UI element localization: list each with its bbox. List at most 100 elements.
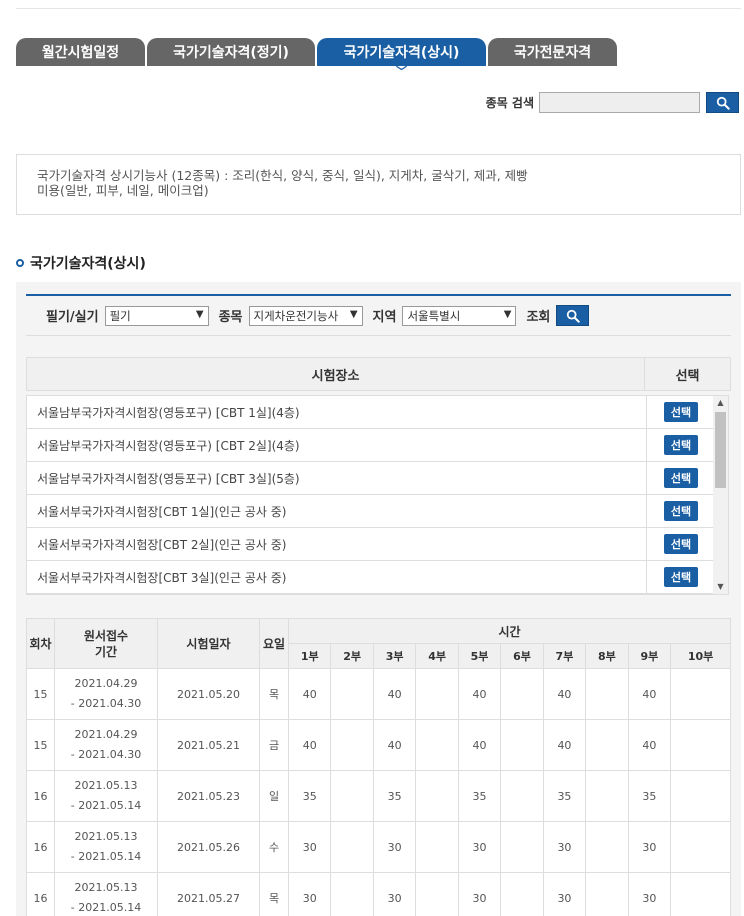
- slot-cell: [670, 668, 731, 720]
- period-cell: 2021.05.13 - 2021.05.14: [54, 872, 158, 916]
- slot-cell: 30: [542, 872, 587, 916]
- date-cell: 2021.05.27: [157, 872, 260, 916]
- slot-header: 6부: [500, 643, 544, 669]
- site-name: 서울남부국가자격시험장(영등포구) [CBT 1실](4층): [27, 396, 647, 428]
- item-select[interactable]: 지게차운전기능사 ▼: [248, 305, 363, 326]
- slot-cell: [500, 770, 544, 822]
- filter-bar: 필기/실기 필기 ▼ 종목 지게차운전기능사 ▼ 지역 서울특별시 ▼ 조회: [26, 294, 731, 336]
- slot-cell: 35: [542, 770, 587, 822]
- query-button[interactable]: [556, 305, 590, 326]
- slot-header: 8부: [585, 643, 629, 669]
- select-button[interactable]: 선택: [663, 468, 699, 488]
- select-button[interactable]: 선택: [663, 435, 699, 455]
- table-row: 16 2021.05.13- 2021.05.14 2021.05.26 수 30 30 3…: [26, 821, 731, 873]
- region-select-value: 서울특별시: [407, 308, 461, 323]
- tab-national-professional[interactable]: 국가전문자격: [488, 38, 617, 66]
- section-title-text: 국가기술자격(상시): [30, 256, 146, 272]
- day-cell: 목: [259, 668, 289, 720]
- tab-monthly-schedule[interactable]: 월간시험일정: [16, 38, 145, 66]
- search-icon: [566, 309, 580, 323]
- tab-national-technical-regular[interactable]: 국가기술자격(정기): [147, 38, 315, 66]
- period-to: - 2021.04.30: [70, 748, 142, 761]
- slot-cell: 35: [627, 770, 672, 822]
- scrollbar[interactable]: ▲ ▼: [713, 396, 728, 594]
- slot-header: 4부: [415, 643, 459, 669]
- period-to: - 2021.05.14: [70, 901, 142, 914]
- scroll-down-icon[interactable]: ▼: [713, 580, 728, 594]
- search-input[interactable]: [539, 92, 700, 113]
- round-cell: 16: [26, 872, 55, 916]
- tab-label: 국가기술자격(정기): [173, 45, 289, 61]
- slot-cell: 35: [457, 770, 502, 822]
- slot-cell: [670, 770, 731, 822]
- search-button[interactable]: [706, 92, 739, 113]
- item-select-value: 지게차운전기능사: [253, 308, 339, 323]
- date-header: 시험일자: [157, 618, 260, 669]
- slot-cell: [330, 821, 374, 873]
- chevron-down-icon: ﹀: [396, 65, 407, 78]
- tab-label: 국가기술자격(상시): [343, 45, 460, 61]
- tab-bar: 월간시험일정 국가기술자격(정기) 국가기술자격(상시) ﹀ 국가전문자격: [16, 38, 617, 78]
- day-header: 요일: [259, 618, 289, 669]
- round-cell: 16: [26, 821, 55, 873]
- slot-cell: [330, 770, 374, 822]
- round-cell: 15: [26, 719, 55, 771]
- day-cell: 일: [259, 770, 289, 822]
- select-button[interactable]: 선택: [663, 402, 699, 422]
- slot-cell: 40: [542, 719, 587, 771]
- slot-cell: 30: [627, 821, 672, 873]
- slot-cell: [415, 821, 459, 873]
- region-select[interactable]: 서울특별시 ▼: [402, 305, 517, 326]
- item-search: 종목 검색: [486, 92, 739, 113]
- site-table-header: 시험장소 선택: [26, 357, 731, 391]
- slot-cell: [330, 668, 374, 720]
- slot-header: 2부: [330, 643, 374, 669]
- period-to: - 2021.05.14: [70, 850, 142, 863]
- day-cell: 수: [259, 821, 289, 873]
- site-name: 서울남부국가자격시험장(영등포구) [CBT 3실](5층): [27, 462, 647, 494]
- select-button[interactable]: 선택: [663, 534, 699, 554]
- site-name: 서울서부국가자격시험장[CBT 3실](인근 공사 중): [27, 561, 647, 593]
- type-select-value: 필기: [109, 308, 131, 323]
- slot-cell: 40: [287, 719, 332, 771]
- info-box: 국가기술자격 상시기능사 (12종목) : 조리(한식, 양식, 중식, 일식)…: [16, 154, 741, 215]
- site-list[interactable]: 서울남부국가자격시험장(영등포구) [CBT 1실](4층) 선택 서울남부국가자…: [26, 395, 729, 595]
- circle-bullet-icon: [16, 259, 24, 267]
- region-label: 지역: [372, 310, 397, 325]
- slot-cell: [585, 719, 629, 771]
- day-cell: 목: [259, 872, 289, 916]
- time-header: 시간: [288, 618, 731, 644]
- slot-cell: 30: [457, 821, 502, 873]
- slot-cell: [500, 719, 544, 771]
- slot-cell: 40: [287, 668, 332, 720]
- period-cell: 2021.04.29 - 2021.04.30: [54, 668, 158, 720]
- period-to: - 2021.04.30: [70, 697, 142, 710]
- tab-national-technical-ondemand[interactable]: 국가기술자격(상시) ﹀: [317, 38, 486, 78]
- slot-cell: [585, 668, 629, 720]
- tab-label: 월간시험일정: [41, 45, 120, 61]
- slot-cell: [500, 872, 544, 916]
- slot-cell: 30: [457, 872, 502, 916]
- site-header: 시험장소: [27, 358, 646, 390]
- period-header: 원서접수 기간: [54, 618, 158, 669]
- scroll-up-icon[interactable]: ▲: [713, 396, 728, 410]
- list-item: 서울남부국가자격시험장(영등포구) [CBT 3실](5층) 선택: [27, 462, 715, 495]
- slot-cell: 30: [372, 872, 417, 916]
- date-cell: 2021.05.20: [157, 668, 260, 720]
- search-panel: 필기/실기 필기 ▼ 종목 지게차운전기능사 ▼ 지역 서울특별시 ▼ 조회 시험장소…: [16, 282, 741, 916]
- slot-header: 1부: [287, 643, 332, 669]
- slot-cell: 35: [287, 770, 332, 822]
- list-item: 서울서부국가자격시험장[CBT 2실](인근 공사 중) 선택: [27, 528, 715, 561]
- slot-cell: 40: [627, 668, 672, 720]
- slot-cell: 40: [372, 668, 417, 720]
- type-select[interactable]: 필기 ▼: [104, 305, 209, 326]
- select-button[interactable]: 선택: [663, 567, 699, 587]
- info-line: 국가기술자격 상시기능사 (12종목) : 조리(한식, 양식, 중식, 일식)…: [37, 168, 528, 183]
- slot-cell: [415, 872, 459, 916]
- site-name: 서울서부국가자격시험장[CBT 1실](인근 공사 중): [27, 495, 647, 527]
- slot-cell: [670, 821, 731, 873]
- scrollbar-thumb[interactable]: [715, 412, 726, 488]
- slot-cell: [415, 719, 459, 771]
- select-button[interactable]: 선택: [663, 501, 699, 521]
- table-row: 15 2021.04.29- 2021.04.30 2021.05.21 금 40 40 4…: [26, 719, 731, 771]
